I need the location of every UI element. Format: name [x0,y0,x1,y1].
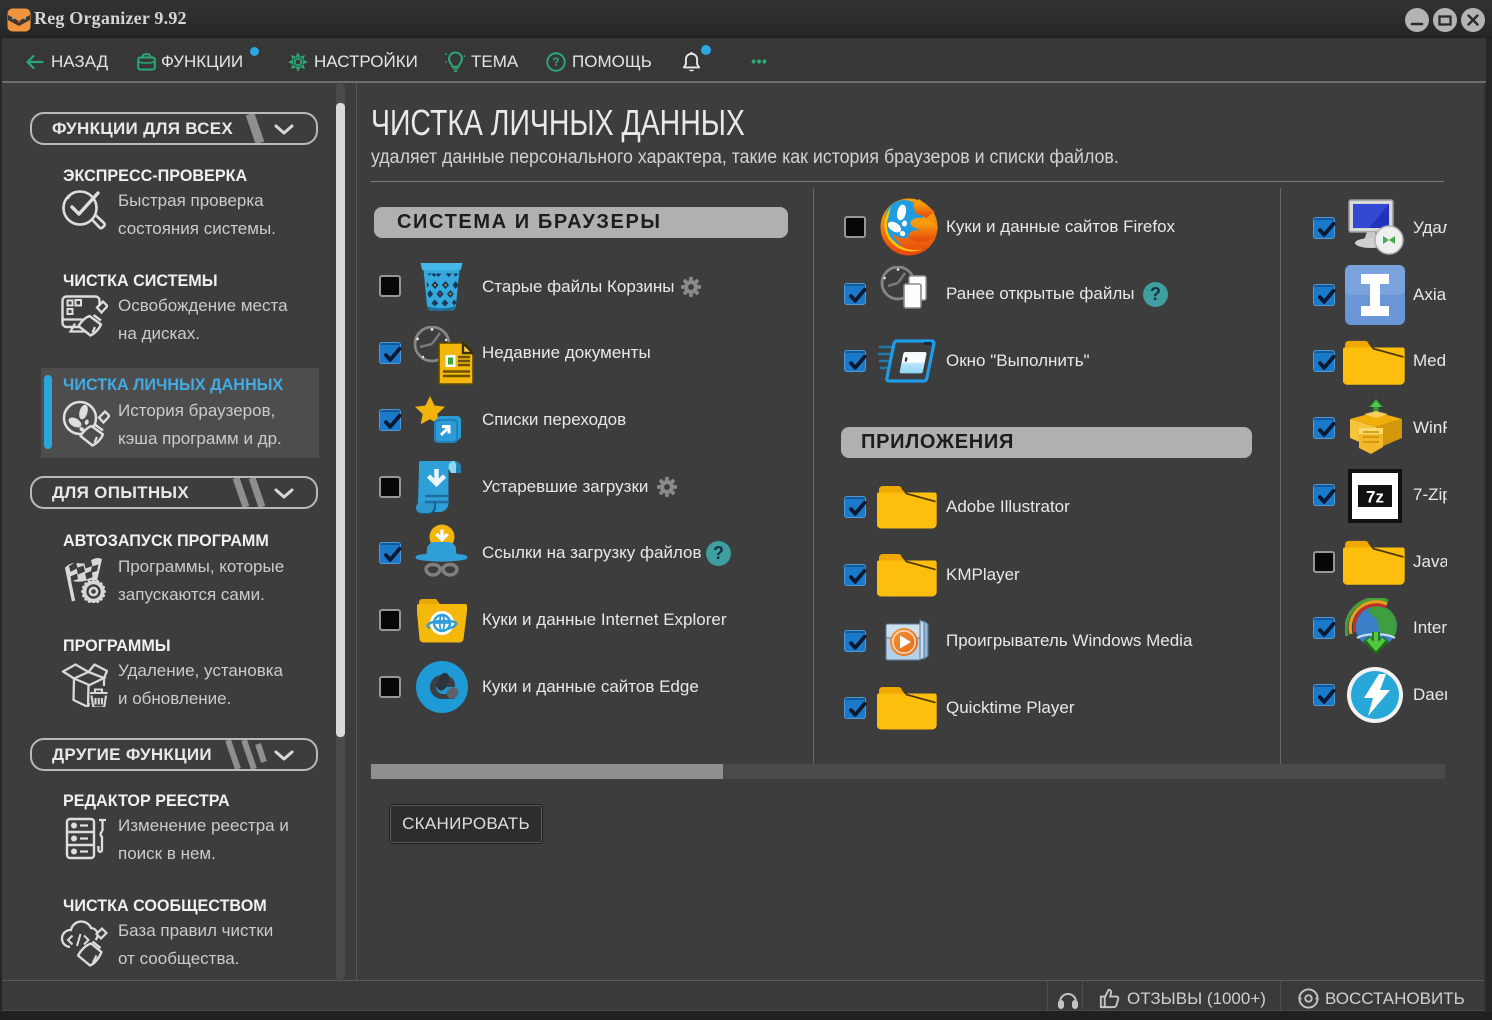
svg-text:?: ? [552,55,559,69]
svg-text:7z: 7z [1366,488,1384,507]
